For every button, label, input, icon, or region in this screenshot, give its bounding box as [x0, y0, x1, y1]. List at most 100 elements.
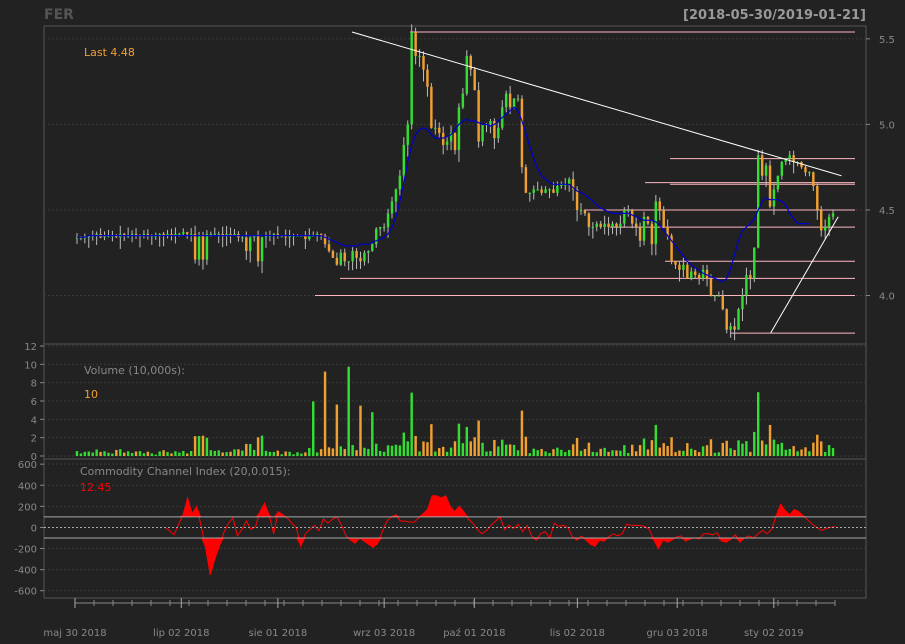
volume-bar [315, 452, 319, 456]
volume-bar [595, 452, 598, 456]
volume-bar [178, 452, 181, 456]
candle-body [481, 124, 484, 142]
volume-bar [508, 444, 512, 456]
volume-bar [678, 450, 681, 456]
volume-bar [225, 452, 228, 456]
candle-body [245, 237, 248, 252]
volume-bar [434, 451, 437, 456]
volume-bar [579, 450, 583, 456]
candle-body [390, 201, 394, 214]
volume-bar [343, 449, 346, 456]
volume-bar [575, 437, 579, 456]
volume-bar [130, 453, 134, 456]
volume-bar [260, 435, 264, 456]
volume-bar [288, 451, 291, 456]
volume-bar [119, 449, 122, 456]
volume-bar [229, 451, 232, 456]
candle-body [812, 172, 815, 186]
candle-body [690, 271, 693, 279]
volume-bar [599, 448, 602, 456]
volume-tick-label: 2 [31, 434, 37, 445]
volume-bar [709, 439, 713, 456]
volume-bar [182, 451, 185, 456]
candle-body [674, 261, 677, 265]
volume-bar [638, 445, 642, 456]
volume-bar [95, 449, 98, 456]
candle-body [603, 223, 606, 228]
candle-body [512, 98, 516, 108]
volume-bar [697, 452, 701, 456]
candle-body [819, 209, 823, 231]
volume-bar [591, 451, 595, 456]
volume-bar [449, 447, 453, 456]
volume-bar [516, 450, 520, 456]
volume-bar [339, 446, 343, 456]
candle-body [682, 264, 685, 270]
volume-bar [284, 451, 287, 456]
candle-body [721, 295, 724, 310]
volume-bar [422, 441, 425, 456]
candle-body [213, 233, 217, 235]
volume-bar [410, 392, 413, 456]
x-tick-label: wrz 03 2018 [353, 628, 415, 639]
price-tick-label: 4.5 [879, 206, 895, 217]
volume-bar [808, 451, 811, 456]
candle-body [729, 326, 732, 330]
volume-bar [438, 448, 441, 456]
volume-bar [201, 435, 205, 456]
volume-bar [481, 442, 484, 456]
candle-body [327, 244, 331, 252]
candle-body [359, 257, 362, 262]
candle-body [556, 186, 559, 193]
candle-body [197, 235, 201, 260]
candle-body [186, 232, 189, 234]
volume-bar [705, 445, 709, 456]
candle [670, 233, 673, 265]
volume-bar [158, 451, 161, 456]
chart-symbol: FER [44, 7, 74, 23]
candle-body [398, 175, 402, 190]
volume-bar [197, 436, 201, 456]
candle-body [201, 235, 205, 260]
candle [465, 50, 469, 96]
candle-body [438, 127, 441, 133]
candle-body [583, 209, 587, 214]
candle-body [504, 93, 508, 108]
candle-body [430, 86, 433, 128]
volume-bar [733, 449, 736, 456]
cci-tick-label: 600 [18, 460, 37, 471]
volume-bar [398, 445, 402, 456]
volume-bar [816, 434, 819, 456]
volume-bar [209, 450, 213, 456]
volume-bar [75, 451, 79, 456]
candle-body [193, 233, 197, 260]
candle-body [697, 274, 701, 279]
volume-bar [174, 451, 177, 456]
volume-bar [402, 432, 406, 456]
volume-bar [99, 451, 102, 456]
candle-body [772, 189, 776, 207]
candle-body [595, 223, 598, 228]
x-tick-label: maj 30 2018 [43, 628, 106, 639]
volume-bar [457, 423, 461, 456]
volume-bar [378, 450, 382, 456]
volume-bar [134, 451, 138, 456]
cci-label: Commodity Channel Index (20,0.015): [80, 465, 291, 478]
volume-bar [776, 444, 780, 456]
volume-bar [536, 450, 539, 456]
candle-body [760, 155, 764, 176]
candle [768, 160, 772, 209]
candle-body [178, 233, 181, 235]
candle-body [579, 209, 583, 211]
candle-body [587, 213, 591, 228]
volume-bar [560, 449, 563, 456]
candle-body [678, 264, 681, 270]
volume-bar [296, 452, 299, 456]
cci-tick-label: -600 [14, 587, 37, 598]
volume-bar [493, 439, 496, 456]
candle-body [753, 247, 756, 279]
volume-bar [690, 448, 693, 456]
candle-body [378, 227, 382, 229]
chart-figure: 4.04.55.05.5024681012-600-400-2000200400… [14, 7, 895, 639]
candle-body [544, 189, 547, 193]
